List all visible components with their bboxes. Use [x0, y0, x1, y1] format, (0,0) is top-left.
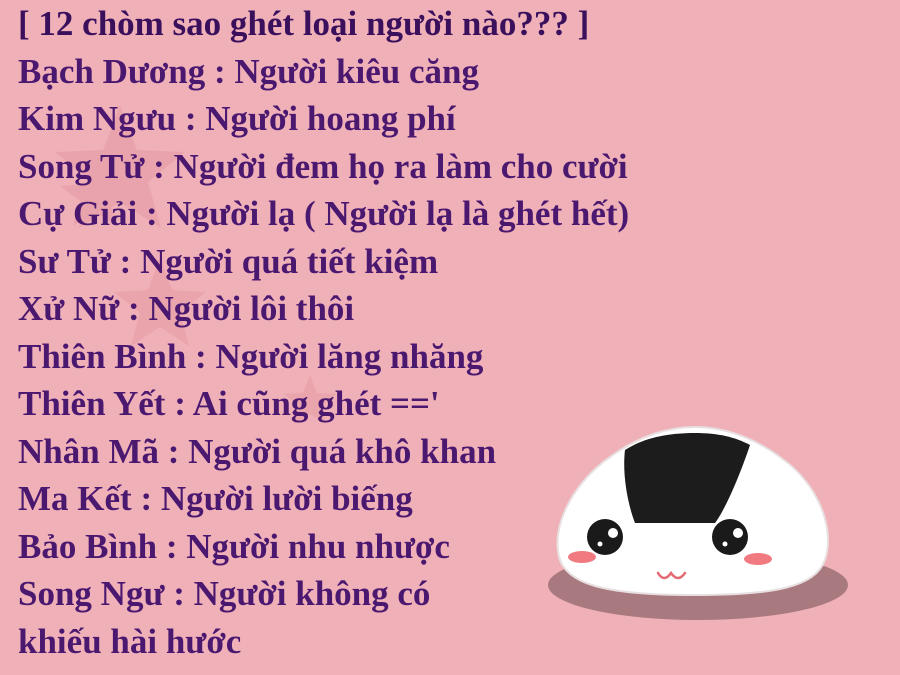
- zodiac-line-gemini: Song Tử : Người đem họ ra làm cho cười: [18, 146, 628, 186]
- rice-ball-mascot-icon: [548, 425, 848, 620]
- zodiac-line-aries: Bạch Dương : Người kiêu căng: [18, 51, 479, 91]
- zodiac-line-taurus: Kim Ngưu : Người hoang phí: [18, 99, 456, 138]
- mascot-blush-left: [568, 551, 596, 563]
- post-title: [ 12 chòm sao ghét loại người nào??? ]: [18, 4, 590, 43]
- zodiac-line-cancer: Cự Giải : Người lạ ( Người lạ là ghét hế…: [18, 194, 630, 233]
- image-canvas: [ 12 chòm sao ghét loại người nào??? ] B…: [0, 0, 900, 675]
- zodiac-line-virgo: Xử Nữ : Người lôi thôi: [18, 289, 355, 328]
- mascot-blush-right: [744, 553, 772, 565]
- zodiac-line-libra: Thiên Bình : Người lăng nhăng: [18, 336, 484, 376]
- zodiac-line-leo: Sư Tử : Người quá tiết kiệm: [18, 241, 439, 281]
